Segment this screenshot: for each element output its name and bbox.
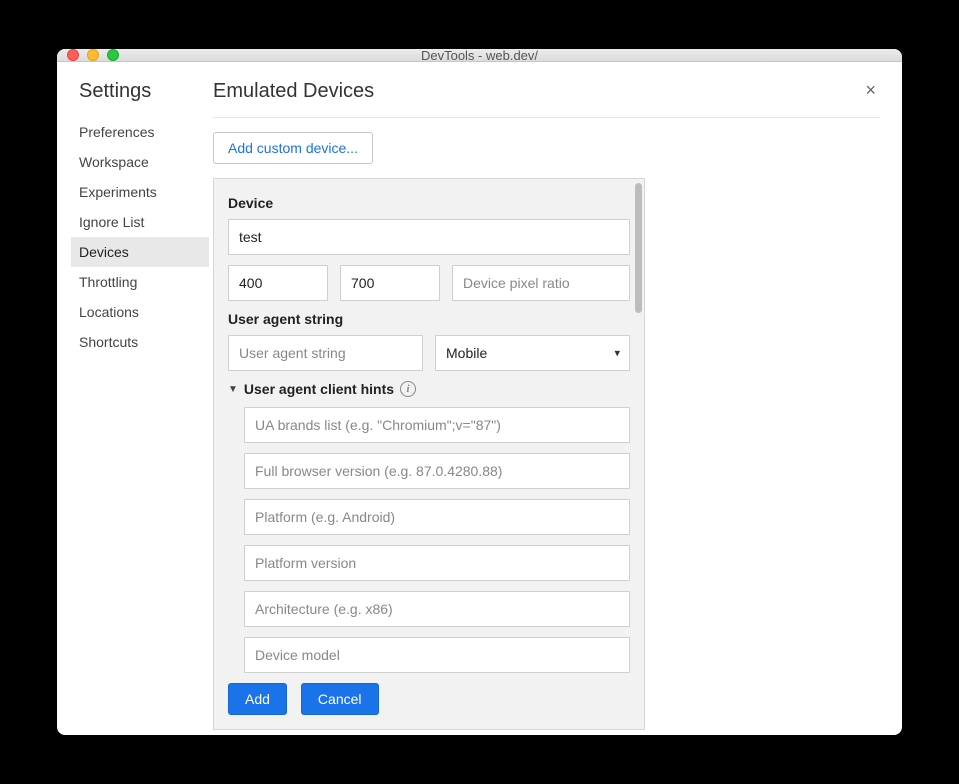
sidebar-item-ignore-list[interactable]: Ignore List (71, 207, 209, 237)
device-name-input[interactable] (228, 219, 630, 255)
client-hints-label: User agent client hints (244, 381, 394, 397)
sidebar-item-throttling[interactable]: Throttling (71, 267, 209, 297)
close-icon[interactable]: × (861, 76, 880, 105)
app-window: DevTools - web.dev/ × Settings Preferenc… (57, 49, 902, 735)
device-form: Device User agent string Mobile (213, 178, 645, 730)
platform-input[interactable] (244, 499, 630, 535)
sidebar-item-workspace[interactable]: Workspace (71, 147, 209, 177)
user-agent-label: User agent string (228, 311, 630, 327)
user-agent-type-select[interactable]: Mobile (435, 335, 630, 371)
client-hints-toggle[interactable]: ▼ User agent client hints i (228, 381, 630, 397)
sidebar: Settings Preferences Workspace Experimen… (79, 80, 209, 730)
ua-brands-input[interactable] (244, 407, 630, 443)
main-panel: Emulated Devices Add custom device... De… (209, 80, 880, 730)
sidebar-item-shortcuts[interactable]: Shortcuts (71, 327, 209, 357)
full-browser-version-input[interactable] (244, 453, 630, 489)
device-pixel-ratio-input[interactable] (452, 265, 630, 301)
platform-version-input[interactable] (244, 545, 630, 581)
add-custom-device-button[interactable]: Add custom device... (213, 132, 373, 164)
window-title: DevTools - web.dev/ (57, 49, 902, 63)
info-icon[interactable]: i (400, 381, 416, 397)
sidebar-item-devices[interactable]: Devices (71, 237, 209, 267)
client-hints-group (228, 407, 630, 673)
device-model-input[interactable] (244, 637, 630, 673)
content: × Settings Preferences Workspace Experim… (57, 62, 902, 735)
divider (213, 117, 880, 118)
form-buttons: Add Cancel (228, 683, 630, 715)
architecture-input[interactable] (244, 591, 630, 627)
settings-heading: Settings (79, 80, 209, 103)
scrollbar-thumb[interactable] (635, 183, 642, 313)
cancel-button[interactable]: Cancel (301, 683, 379, 715)
user-agent-input[interactable] (228, 335, 423, 371)
sidebar-item-experiments[interactable]: Experiments (71, 177, 209, 207)
sidebar-item-preferences[interactable]: Preferences (71, 117, 209, 147)
panel-title: Emulated Devices (213, 80, 880, 103)
device-width-input[interactable] (228, 265, 328, 301)
add-button[interactable]: Add (228, 683, 287, 715)
device-height-input[interactable] (340, 265, 440, 301)
titlebar: DevTools - web.dev/ (57, 49, 902, 62)
sidebar-item-locations[interactable]: Locations (71, 297, 209, 327)
triangle-down-icon: ▼ (228, 384, 238, 395)
device-label: Device (228, 195, 630, 211)
